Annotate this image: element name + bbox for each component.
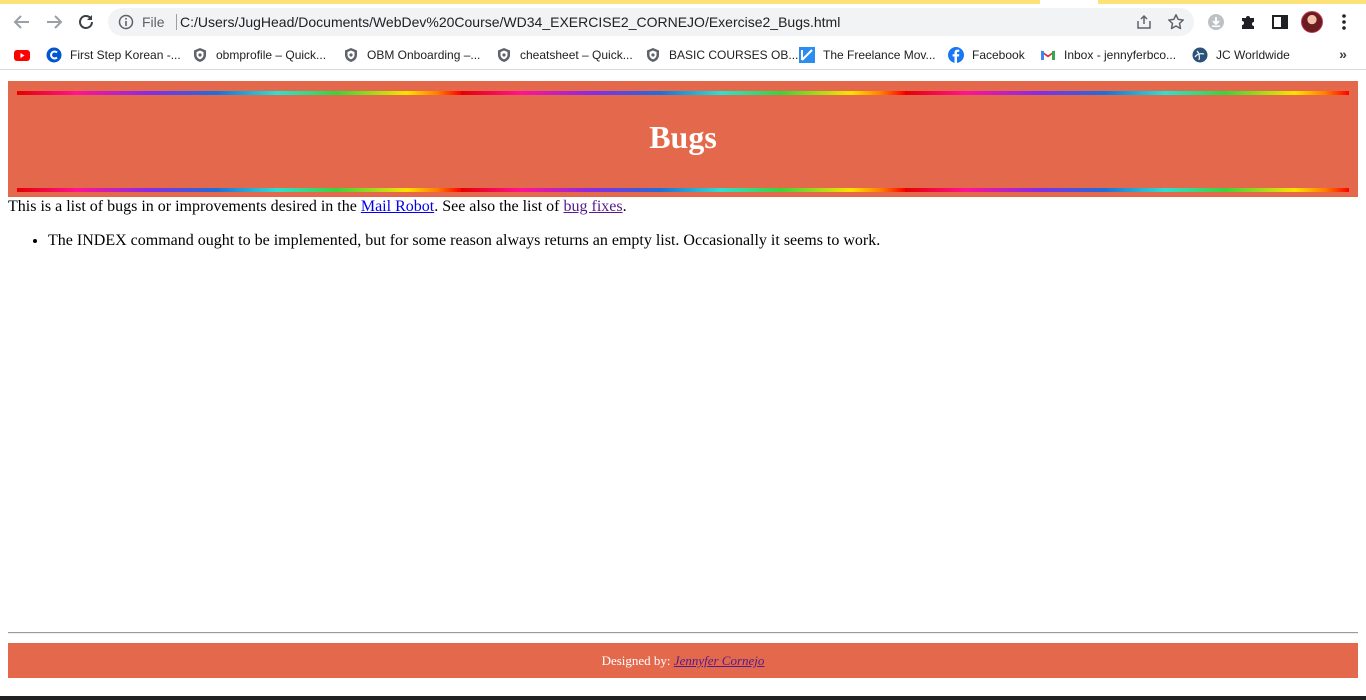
- shield-icon: [498, 48, 510, 62]
- back-button[interactable]: [8, 8, 36, 36]
- info-icon[interactable]: [118, 14, 134, 30]
- intro-paragraph: This is a list of bugs in or improvement…: [8, 197, 627, 216]
- facebook-icon: [948, 47, 964, 63]
- more-bookmarks-button[interactable]: »: [1334, 44, 1352, 64]
- bookmark-label: obmprofile – Quick...: [216, 48, 327, 62]
- bookmark-freelance-movement[interactable]: The Freelance Mov...: [799, 44, 936, 66]
- bookmark-first-step-korean[interactable]: First Step Korean -...: [46, 44, 181, 66]
- forward-button[interactable]: [40, 8, 68, 36]
- profile-avatar[interactable]: [1301, 11, 1323, 33]
- bookmark-gmail-inbox[interactable]: Inbox - jennyferbco...: [1040, 44, 1176, 66]
- bookmark-label: Facebook: [972, 48, 1025, 62]
- bookmark-label: First Step Korean -...: [70, 48, 181, 62]
- bug-fixes-link[interactable]: bug fixes: [564, 198, 623, 215]
- header-banner: Bugs: [8, 81, 1358, 197]
- download-button[interactable]: [1206, 12, 1226, 32]
- globe-icon: [1192, 47, 1208, 63]
- kebab-menu-icon: [1342, 14, 1346, 30]
- bookmark-obmprofile[interactable]: obmprofile – Quick...: [192, 44, 326, 66]
- arrow-left-icon: [13, 15, 29, 29]
- bookmark-label: OBM Onboarding –...: [367, 48, 481, 62]
- intro-text: This is a list of bugs in or improvement…: [8, 198, 361, 215]
- shield-icon: [194, 48, 206, 62]
- extensions-button[interactable]: [1238, 12, 1258, 32]
- bookmark-facebook[interactable]: Facebook: [948, 44, 1025, 66]
- shield-icon: [345, 48, 357, 62]
- shield-icon: [647, 48, 659, 62]
- bug-list: The INDEX command ought to be implemente…: [8, 231, 880, 250]
- bookmark-obm-onboarding[interactable]: OBM Onboarding –...: [343, 44, 480, 66]
- window-bottom-edge: [0, 696, 1366, 700]
- bookmark-youtube[interactable]: [14, 44, 38, 66]
- url-text[interactable]: C:/Users/JugHead/Documents/WebDev%20Cour…: [180, 8, 840, 36]
- side-panel-icon: [1272, 15, 1288, 29]
- bookmark-label: The Freelance Mov...: [823, 48, 936, 62]
- gmail-icon: [1040, 50, 1056, 60]
- scheme-label: File: [142, 14, 165, 30]
- bookmark-basic-courses[interactable]: BASIC COURSES OB...: [645, 44, 798, 66]
- bookmark-label: BASIC COURSES OB...: [669, 48, 799, 62]
- list-item: The INDEX command ought to be implemente…: [48, 231, 880, 250]
- page-title: Bugs: [649, 119, 717, 155]
- bookmark-jc-worldwide[interactable]: JC Worldwide: [1192, 44, 1290, 66]
- address-bar[interactable]: File C:/Users/JugHead/Documents/WebDev%2…: [108, 8, 1194, 36]
- arrow-right-icon: [47, 15, 63, 29]
- bookmark-label: Inbox - jennyferbco...: [1064, 48, 1177, 62]
- reload-icon: [79, 15, 93, 29]
- intro-text: . See also the list of: [434, 198, 564, 215]
- reload-button[interactable]: [72, 8, 100, 36]
- author-link[interactable]: Jennyfer Cornejo: [674, 653, 765, 668]
- youtube-icon: [14, 50, 30, 61]
- menu-button[interactable]: [1334, 12, 1354, 32]
- footer: Designed by: Jennyfer Cornejo: [8, 643, 1358, 678]
- puzzle-icon: [1242, 16, 1254, 29]
- browser-toolbar: File C:/Users/JugHead/Documents/WebDev%2…: [0, 4, 1366, 40]
- bookmark-label: cheatsheet – Quick...: [520, 48, 633, 62]
- footer-divider: [8, 632, 1358, 634]
- bookmark-label: JC Worldwide: [1216, 48, 1290, 62]
- intro-text: .: [622, 198, 627, 215]
- coursera-icon: [46, 47, 62, 63]
- rainbow-rule-bottom: [17, 188, 1349, 192]
- bookmark-star-icon[interactable]: [1167, 13, 1185, 31]
- page-content: Bugs This is a list of bugs in or improv…: [0, 72, 1366, 700]
- rainbow-rule-top: [17, 91, 1349, 95]
- bookmark-cheatsheet[interactable]: cheatsheet – Quick...: [496, 44, 633, 66]
- address-separator: [176, 14, 177, 30]
- k-icon: [799, 47, 815, 63]
- mail-robot-link[interactable]: Mail Robot: [361, 198, 434, 215]
- download-icon: [1208, 14, 1224, 30]
- share-icon[interactable]: [1136, 14, 1152, 30]
- bookmarks-bar: First Step Korean -... obmprofile – Quic…: [0, 40, 1366, 70]
- side-panel-button[interactable]: [1270, 12, 1290, 32]
- footer-credit-label: Designed by:: [601, 653, 674, 668]
